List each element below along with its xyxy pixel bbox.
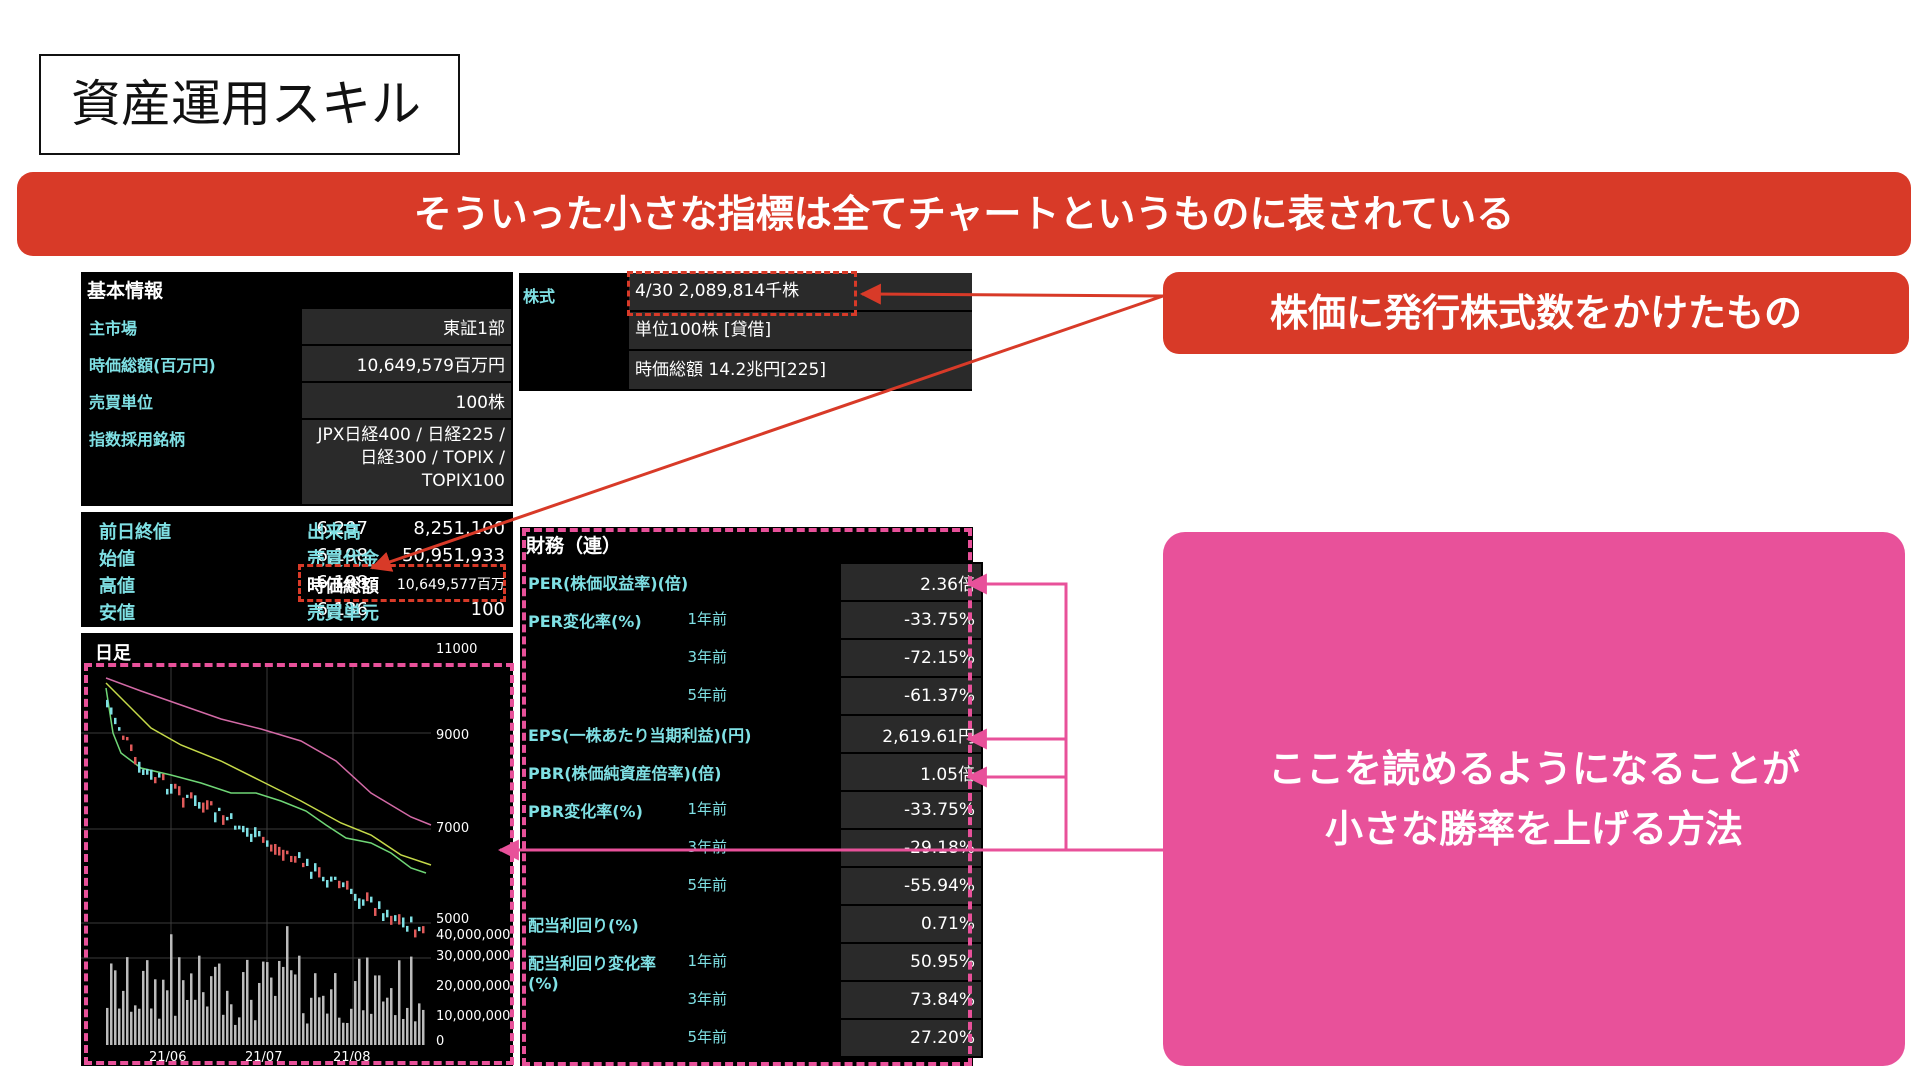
- headline-banner: そういった小さな指標は全てチャートというものに表されている: [17, 172, 1911, 256]
- quote-label: 高値: [99, 576, 135, 597]
- callout-line: ここを読めるようになることが: [1267, 747, 1800, 791]
- shares-label: 株式: [523, 287, 556, 306]
- quote-value: 50,951,933: [401, 545, 505, 566]
- chart-highlight: [84, 663, 514, 1065]
- slide-title: 資産運用スキル: [39, 54, 460, 155]
- index-line: 日経300 / TOPIX /: [360, 448, 505, 468]
- quote-label: 前日終値: [99, 522, 171, 543]
- basic-info-header: 基本情報: [87, 280, 164, 302]
- row-value: 10,649,579百万円: [300, 344, 513, 383]
- index-line: JPX日経400 / 日経225 /: [317, 425, 505, 445]
- row-label: 主市場: [81, 307, 302, 346]
- price-tick: 11000: [436, 642, 477, 657]
- market-cap-highlight: [298, 564, 506, 602]
- row-value: 東証1部: [300, 307, 513, 346]
- quote-label: 安値: [99, 603, 135, 624]
- quote-value: 100: [470, 599, 505, 620]
- quote-label: 売買単元: [307, 603, 379, 624]
- row-value: JPX日経400 / 日経225 / 日経300 / TOPIX / TOPIX…: [300, 418, 513, 506]
- callout-line: 小さな勝率を上げる方法: [1324, 807, 1743, 851]
- row-label: 売買単位: [81, 381, 302, 420]
- quote-label: 出来高: [307, 522, 361, 543]
- row-label: 指数採用銘柄: [81, 418, 302, 506]
- index-line: TOPIX100: [421, 471, 505, 491]
- shares-highlight: [627, 271, 857, 316]
- quote-value: 8,251,100: [413, 518, 505, 539]
- finance-highlight: [522, 528, 972, 1066]
- row-value: 100株: [300, 381, 513, 420]
- market-cap-callout: 株価に発行株式数をかけたもの: [1163, 272, 1909, 354]
- basic-info-table: 主市場 東証1部 時価総額(百万円) 10,649,579百万円 売買単位 100株 …: [81, 307, 513, 506]
- basic-info-panel: 基本情報 主市場 東証1部 時価総額(百万円) 10,649,579百万円 売買単位…: [81, 272, 513, 506]
- quote-label: 始値: [99, 549, 135, 570]
- shares-market-cap: 時価総額 14.2兆円[225]: [629, 351, 972, 389]
- row-label: 時価総額(百万円): [81, 344, 302, 383]
- main-callout: ここを読めるようになることが 小さな勝率を上げる方法: [1163, 532, 1905, 1066]
- shares-unit: 単位100株 [貸借]: [629, 312, 972, 349]
